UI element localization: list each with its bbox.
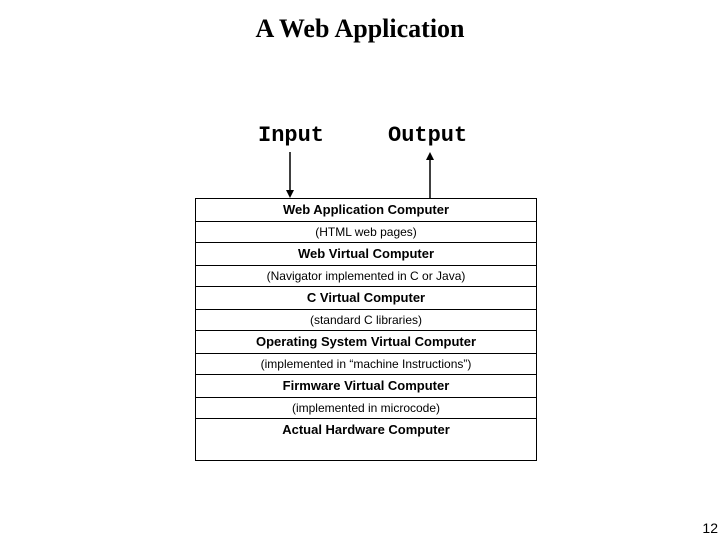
layer-sub: (implemented in microcode) [196, 398, 536, 419]
layer-head: Operating System Virtual Computer [196, 331, 536, 354]
arrow-up-icon [420, 152, 440, 198]
layer-sub: (Navigator implemented in C or Java) [196, 266, 536, 287]
slide-title: A Web Application [0, 14, 720, 44]
layer-head: Actual Hardware Computer [196, 419, 536, 460]
arrow-down-icon [280, 152, 300, 198]
layer-sub: (standard C libraries) [196, 310, 536, 331]
layer-sub: (implemented in “machine Instructions”) [196, 354, 536, 375]
layer-stack: Web Application Computer (HTML web pages… [195, 198, 537, 461]
page-number: 12 [702, 520, 718, 536]
output-label: Output [388, 123, 467, 148]
layer-head: Firmware Virtual Computer [196, 375, 536, 398]
layer-head: Web Virtual Computer [196, 243, 536, 266]
layer-head: C Virtual Computer [196, 287, 536, 310]
layer-head: Web Application Computer [196, 199, 536, 222]
layer-sub: (HTML web pages) [196, 222, 536, 243]
input-label: Input [258, 123, 324, 148]
